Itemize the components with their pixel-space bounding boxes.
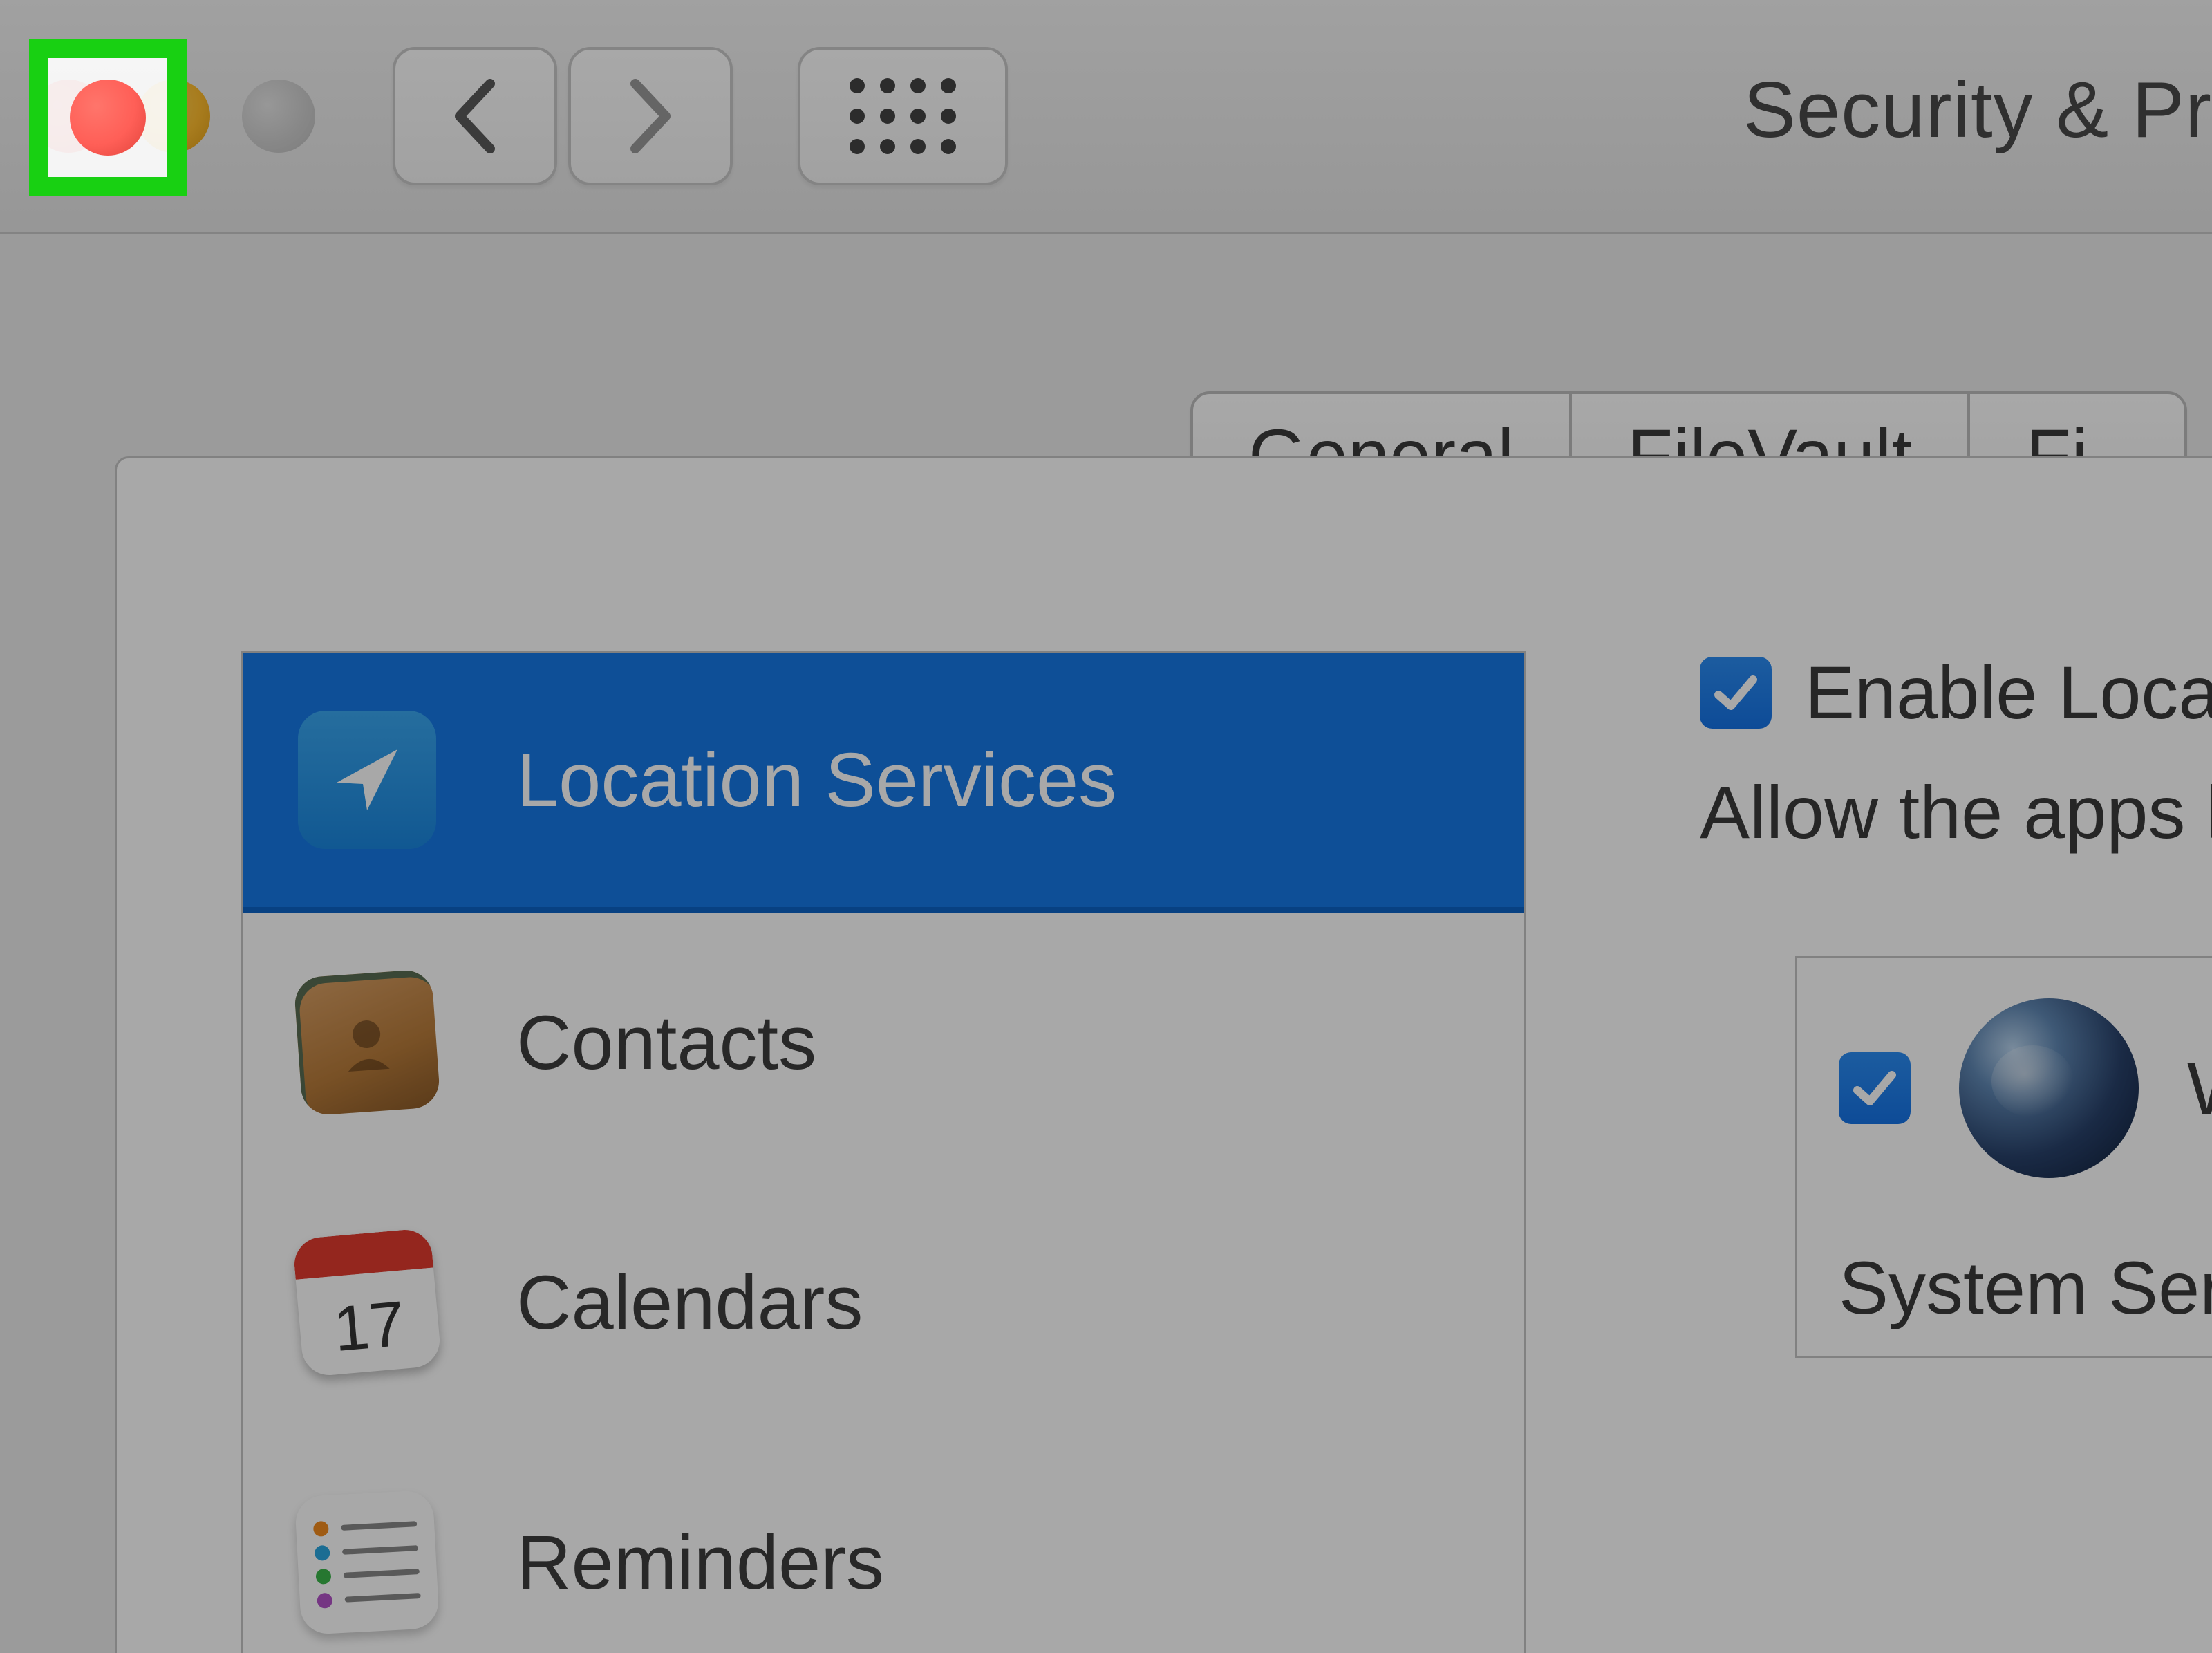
- enable-location-services-checkbox[interactable]: [1700, 657, 1772, 729]
- chevron-left-icon: [449, 78, 501, 154]
- chevron-right-icon: [624, 78, 677, 154]
- contacts-icon: [293, 969, 440, 1116]
- close-icon: [70, 80, 146, 156]
- grid-icon: [850, 78, 956, 154]
- back-button[interactable]: [393, 47, 557, 185]
- app-row: We: [1797, 958, 2212, 1218]
- toolbar: Security & Pr: [0, 0, 2212, 234]
- sidebar-item-label: Calendars: [516, 1259, 863, 1347]
- highlight-close-button: [29, 39, 187, 196]
- sidebar-item-contacts[interactable]: Contacts: [243, 913, 1524, 1173]
- allow-apps-label: Allow the apps b: [1700, 769, 2212, 855]
- sidebar-item-reminders[interactable]: Reminders: [243, 1432, 1524, 1653]
- checkmark-icon: [1710, 667, 1761, 718]
- app-checkbox[interactable]: [1839, 1052, 1911, 1124]
- weather-app-icon: [1959, 998, 2139, 1178]
- location-arrow-icon: [298, 711, 436, 849]
- reminders-icon: [294, 1490, 440, 1635]
- window-title: Security & Pr: [1743, 65, 2212, 156]
- enable-location-services-label: Enable Loca: [1805, 649, 2212, 736]
- sidebar-item-label: Contacts: [516, 999, 816, 1087]
- sidebar-item-location-services[interactable]: Location Services: [243, 653, 1524, 913]
- allowed-apps-list: We System Serv: [1795, 956, 2212, 1358]
- privacy-pane: Location Services Contacts 17 Calendars: [115, 456, 2212, 1653]
- sidebar-item-calendars[interactable]: 17 Calendars: [243, 1173, 1524, 1432]
- nav-buttons: [393, 47, 733, 185]
- sidebar-item-label: Reminders: [516, 1519, 884, 1607]
- location-services-detail: Enable Loca Allow the apps b: [1700, 649, 2212, 855]
- app-label: We: [2187, 1045, 2212, 1132]
- zoom-window-button[interactable]: [242, 80, 315, 153]
- checkmark-icon: [1849, 1063, 1900, 1114]
- privacy-sidebar: Location Services Contacts 17 Calendars: [241, 651, 1526, 1653]
- sidebar-item-label: Location Services: [516, 736, 1116, 824]
- forward-button[interactable]: [568, 47, 733, 185]
- system-services-heading: System Serv: [1797, 1218, 2212, 1356]
- calendar-day-label: 17: [297, 1276, 442, 1377]
- show-all-prefs-button[interactable]: [798, 47, 1008, 185]
- calendar-icon: 17: [292, 1228, 442, 1378]
